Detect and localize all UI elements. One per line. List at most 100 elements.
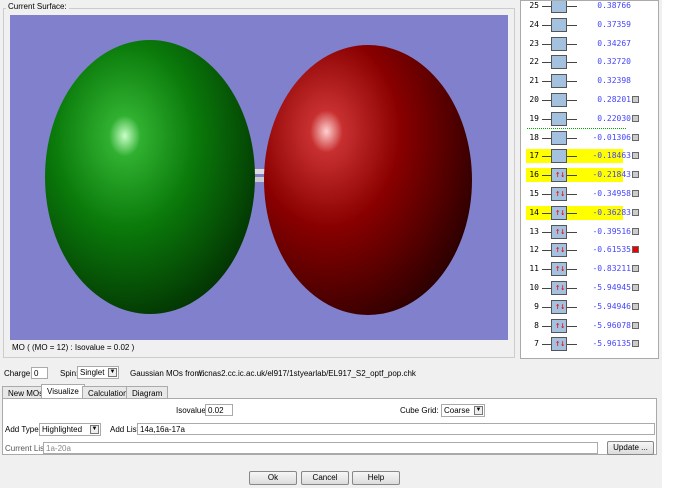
mo-checkbox[interactable] — [632, 340, 639, 348]
mo-number: 9 — [534, 301, 539, 311]
mo-checkbox[interactable] — [632, 208, 639, 216]
mo-energy: -0.61535 — [592, 245, 631, 255]
mo-dialog: Current Surface: MO ( (MO = 12) : Isoval… — [0, 0, 662, 488]
mo-energy: 0.28201 — [597, 95, 631, 104]
mo-energy: 0.38766 — [597, 1, 631, 10]
spin-down-arrow-icon: ↓ — [560, 283, 566, 293]
mo-checkbox[interactable] — [632, 133, 639, 141]
mo-row[interactable]: 21 0.32398 — [521, 74, 649, 89]
mo-energy: 0.34267 — [597, 38, 631, 48]
add-type-select[interactable]: Highlighted ▼ — [39, 423, 101, 436]
mo-number: 25 — [529, 1, 539, 10]
cube-grid-select[interactable]: Coarse ▼ — [441, 404, 485, 417]
mo-row[interactable]: 7 ↑ ↓ -5.96135 — [521, 337, 649, 352]
help-button[interactable]: Help — [352, 471, 400, 485]
negative-lobe — [264, 45, 472, 315]
mo-row[interactable]: 12 ↑ ↓ -0.61535 — [521, 243, 649, 258]
orbital-box: ↑ ↓ — [551, 299, 567, 314]
mo-number: 14 — [529, 207, 539, 217]
mo-caption: MO ( (MO = 12) : Isovalue = 0.02 ) — [12, 343, 135, 352]
cube-grid-value: Coarse — [444, 406, 470, 415]
mo-row[interactable]: 18 -0.01306 — [521, 130, 649, 145]
mo-number: 12 — [529, 245, 539, 255]
mo-row[interactable]: 8 ↑ ↓ -5.96078 — [521, 318, 649, 333]
mo-checkbox[interactable] — [632, 246, 639, 254]
cube-grid-label: Cube Grid: — [400, 406, 439, 415]
mo-checkbox[interactable] — [632, 302, 639, 310]
mo-checkbox[interactable] — [632, 190, 639, 197]
source-label: Gaussian MOs from: — [130, 369, 204, 378]
orbital-box — [551, 74, 567, 89]
spin-down-arrow-icon: ↓ — [560, 339, 566, 350]
mo-row[interactable]: 24 0.37359 — [521, 17, 649, 32]
mo-checkbox[interactable] — [632, 152, 639, 160]
mo-row[interactable]: 19 0.22030 — [521, 111, 649, 126]
orbital-box: ↑ ↓ — [551, 168, 567, 183]
cancel-button[interactable]: Cancel — [301, 471, 349, 485]
mo-row[interactable]: 23 0.34267 — [521, 36, 649, 51]
mo-energy: -0.83211 — [592, 264, 631, 274]
spin-select[interactable]: Singlet ▼ — [77, 366, 119, 379]
mo-row[interactable]: 22 0.32720 — [521, 55, 649, 70]
spin-down-arrow-icon: ↓ — [560, 226, 566, 237]
mo-number: 19 — [529, 113, 539, 123]
orbital-box — [551, 93, 567, 107]
chevron-down-icon: ▼ — [108, 368, 117, 377]
mo-checkbox[interactable] — [632, 96, 639, 103]
orbital-box — [551, 149, 567, 164]
add-list-input[interactable] — [137, 423, 655, 435]
source-path: //icnas2.cc.ic.ac.uk/el917/1styearlab/EL… — [198, 369, 416, 378]
mo-checkbox[interactable] — [632, 227, 639, 235]
mo-row[interactable]: 14 ↑ ↓ -0.36283 — [521, 205, 649, 220]
tab-visualize[interactable]: Visualize — [41, 384, 85, 399]
mo-energy-list[interactable]: 25 0.38766 24 0.37359 23 0.34267 22 0.32720 21 0.… — [520, 0, 659, 359]
isovalue-input[interactable] — [205, 404, 233, 416]
spin-down-arrow-icon: ↓ — [560, 189, 566, 199]
mo-energy: 0.32398 — [597, 76, 631, 86]
spin-value: Singlet — [80, 368, 105, 377]
add-type-value: Highlighted — [42, 425, 83, 434]
orbital-box — [551, 130, 567, 145]
mo-row[interactable]: 15 ↑ ↓ -0.34958 — [521, 187, 649, 201]
mo-row[interactable]: 25 0.38766 — [521, 1, 649, 13]
mo-energy: 0.22030 — [597, 113, 631, 123]
orbital-box: ↑ ↓ — [551, 187, 567, 201]
current-surface-label: Current Surface: — [6, 2, 69, 11]
mo-checkbox[interactable] — [632, 321, 639, 329]
ok-button[interactable]: Ok — [249, 471, 297, 485]
mo-energy: 0.37359 — [597, 19, 631, 29]
update-button[interactable]: Update ... — [607, 441, 654, 455]
chevron-down-icon: ▼ — [474, 406, 483, 415]
mo-row[interactable]: 9 ↑ ↓ -5.94946 — [521, 299, 649, 314]
mo-number: 15 — [529, 189, 539, 198]
mo-energy: -0.36283 — [592, 207, 631, 217]
isovalue-label: Isovalue: — [176, 406, 209, 415]
add-type-label: Add Type: — [5, 425, 41, 434]
orbital-box: ↑ ↓ — [551, 205, 567, 220]
mo-checkbox[interactable] — [632, 171, 639, 179]
charge-input[interactable] — [31, 367, 48, 379]
mo-energy: -5.96135 — [592, 339, 631, 349]
mo-checkbox[interactable] — [632, 284, 639, 291]
mo-row[interactable]: 11 ↑ ↓ -0.83211 — [521, 262, 649, 277]
mo-row[interactable]: 10 ↑ ↓ -5.94945 — [521, 281, 649, 295]
mo-checkbox[interactable] — [632, 114, 639, 122]
mo-row[interactable]: 13 ↑ ↓ -0.39516 — [521, 224, 649, 239]
molecule-viewport[interactable] — [10, 15, 508, 340]
mo-number: 18 — [529, 132, 539, 142]
orbital-box: ↑ ↓ — [551, 262, 567, 277]
current-list-input[interactable] — [43, 442, 598, 454]
mo-number: 22 — [529, 57, 539, 67]
spin-down-arrow-icon: ↓ — [560, 245, 566, 256]
mo-row[interactable]: 20 0.28201 — [521, 93, 649, 107]
orbital-render — [45, 40, 472, 315]
mo-energy: -0.21843 — [592, 170, 631, 180]
spin-down-arrow-icon: ↓ — [560, 301, 566, 312]
homo-lumo-divider — [527, 128, 626, 129]
mo-checkbox[interactable] — [632, 265, 639, 273]
mo-energy: -0.34958 — [592, 189, 631, 198]
spin-down-arrow-icon: ↓ — [560, 320, 566, 331]
mo-row[interactable]: 17 -0.18463 — [521, 149, 649, 164]
mo-row[interactable]: 16 ↑ ↓ -0.21843 — [521, 168, 649, 183]
mo-energy: -0.39516 — [592, 226, 631, 236]
